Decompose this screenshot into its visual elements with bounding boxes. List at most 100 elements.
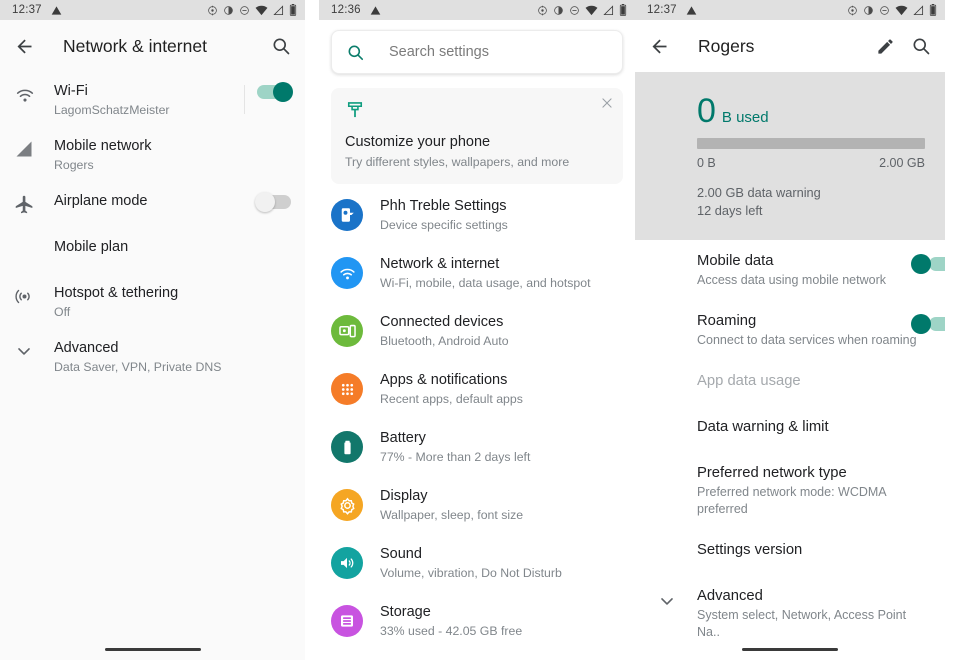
navigation-bar: [0, 638, 305, 660]
page-title: Rogers: [698, 35, 755, 56]
list-item-subtitle: System select, Network, Access Point Na.…: [697, 608, 907, 639]
settings-item-subtitle: Wallpaper, sleep, font size: [380, 508, 524, 522]
settings-item-subtitle: Bluetooth, Android Auto: [380, 334, 509, 348]
dnd-icon: [879, 5, 890, 16]
list-item-preferred-network-type[interactable]: Preferred network type Preferred network…: [635, 452, 945, 529]
status-bar-icons: [207, 4, 297, 16]
status-bar-clock: 12:36: [331, 4, 361, 16]
chevron-down-icon[interactable]: [14, 338, 54, 361]
list-item-roaming[interactable]: Roaming Connect to data services when ro…: [635, 300, 945, 360]
search-input[interactable]: Search settings: [331, 30, 623, 74]
back-arrow-icon[interactable]: [14, 36, 35, 57]
list-item-advanced[interactable]: Advanced Data Saver, VPN, Private DNS: [0, 329, 305, 384]
warning-triangle-icon: [51, 5, 62, 16]
wifi-icon: [255, 5, 268, 16]
contrast-icon: [223, 5, 234, 16]
list-item-airplane-mode[interactable]: Airplane mode: [0, 182, 305, 228]
treble-icon: [331, 199, 363, 231]
network-settings-list: Wi-Fi LagomSchatzMeister Mobile network …: [0, 72, 305, 384]
signal-icon: [603, 4, 614, 16]
settings-item-battery[interactable]: Battery 77% - More than 2 days left: [319, 420, 635, 478]
location-icon: [847, 5, 858, 16]
navigation-bar: [635, 638, 945, 660]
status-bar-clock: 12:37: [647, 4, 677, 16]
airplane-mode-toggle[interactable]: [255, 192, 291, 212]
settings-item-subtitle: 77% - More than 2 days left: [380, 450, 531, 464]
data-usage-progress-bar: [697, 138, 925, 149]
list-item-mobile-data[interactable]: Mobile data Access data using mobile net…: [635, 240, 945, 300]
settings-item-title: Phh Treble Settings: [380, 198, 507, 214]
paintbrush-icon: [345, 100, 609, 125]
list-item-mobile-network[interactable]: Mobile network Rogers: [0, 127, 305, 182]
list-item-subtitle: Access data using mobile network: [697, 273, 886, 287]
wifi-icon: [585, 5, 598, 16]
list-item-settings-version[interactable]: Settings version: [635, 529, 945, 575]
list-item-title: Mobile plan: [54, 239, 129, 255]
empty-icon-slot: [14, 237, 54, 240]
customize-phone-card[interactable]: Customize your phone Try different style…: [331, 88, 623, 184]
phone-screen-settings-home: 12:36 Search settings Customize your pho…: [319, 0, 635, 660]
wifi-icon: [14, 81, 54, 106]
signal-icon: [14, 136, 54, 159]
settings-list: Phh Treble Settings Device specific sett…: [319, 188, 635, 652]
pencil-icon[interactable]: [876, 37, 895, 56]
volume-icon: [331, 547, 363, 579]
search-icon[interactable]: [911, 36, 931, 56]
settings-item-title: Network & internet: [380, 256, 500, 272]
list-item-hotspot-tethering[interactable]: Hotspot & tethering Off: [0, 274, 305, 329]
contrast-icon: [553, 5, 564, 16]
data-bar-max-label: 2.00 GB: [879, 156, 925, 170]
list-item-wifi[interactable]: Wi-Fi LagomSchatzMeister: [0, 72, 305, 127]
list-item-subtitle: Off: [54, 305, 71, 319]
brightness-icon: [331, 489, 363, 521]
list-item-title: App data usage: [697, 373, 801, 389]
back-arrow-icon[interactable]: [649, 36, 670, 57]
data-used-unit: B used: [721, 109, 769, 126]
settings-item-storage[interactable]: Storage 33% used - 42.05 GB free: [319, 594, 635, 652]
data-used-number: 0: [697, 92, 716, 130]
data-warning-label: 2.00 GB data warning: [697, 185, 821, 200]
settings-item-phh-treble[interactable]: Phh Treble Settings Device specific sett…: [319, 188, 635, 246]
location-icon: [537, 5, 548, 16]
list-item-title: Hotspot & tethering: [54, 285, 179, 301]
settings-item-title: Sound: [380, 546, 422, 562]
battery-icon: [619, 4, 627, 16]
list-item-subtitle: Rogers: [54, 158, 94, 172]
panel-gap: [305, 0, 319, 660]
home-gesture-pill[interactable]: [742, 647, 838, 651]
settings-item-subtitle: 33% used - 42.05 GB free: [380, 624, 523, 638]
contrast-icon: [863, 5, 874, 16]
carrier-settings-list: Mobile data Access data using mobile net…: [635, 240, 945, 652]
phone-screen-rogers-data-usage: 12:37 Rogers 0 B used 0 B 2.00 GB 2.00 G…: [635, 0, 945, 660]
list-item-mobile-plan[interactable]: Mobile plan: [0, 228, 305, 274]
settings-item-network-internet[interactable]: Network & internet Wi-Fi, mobile, data u…: [319, 246, 635, 304]
settings-item-subtitle: Recent apps, default apps: [380, 392, 523, 406]
list-item-title: Airplane mode: [54, 193, 148, 209]
data-used-amount: 0 B used: [697, 94, 925, 128]
app-bar: Rogers: [635, 20, 945, 72]
page-title: Network & internet: [63, 35, 207, 56]
warning-triangle-icon: [686, 5, 697, 16]
signal-icon: [913, 4, 924, 16]
search-placeholder: Search settings: [389, 44, 489, 60]
warning-triangle-icon: [370, 5, 381, 16]
list-item-subtitle: Data Saver, VPN, Private DNS: [54, 360, 222, 374]
home-gesture-pill[interactable]: [104, 647, 201, 651]
wifi-toggle[interactable]: [257, 82, 293, 102]
settings-item-apps-notifications[interactable]: Apps & notifications Recent apps, defaul…: [319, 362, 635, 420]
close-icon[interactable]: [600, 96, 614, 115]
settings-item-display[interactable]: Display Wallpaper, sleep, font size: [319, 478, 635, 536]
apps-grid-icon: [331, 373, 363, 405]
divider: [244, 85, 245, 114]
chevron-down-icon[interactable]: [657, 591, 677, 616]
search-icon[interactable]: [271, 36, 291, 56]
settings-item-sound[interactable]: Sound Volume, vibration, Do Not Disturb: [319, 536, 635, 594]
list-item-data-warning-limit[interactable]: Data warning & limit: [635, 406, 945, 452]
settings-item-title: Storage: [380, 604, 431, 620]
list-item-subtitle: Connect to data services when roaming: [697, 333, 917, 347]
settings-item-title: Display: [380, 488, 428, 504]
card-title: Customize your phone: [345, 134, 491, 150]
settings-item-connected-devices[interactable]: Connected devices Bluetooth, Android Aut…: [319, 304, 635, 362]
list-item-title: Preferred network type: [697, 465, 847, 481]
list-item-title: Advanced: [697, 588, 763, 604]
